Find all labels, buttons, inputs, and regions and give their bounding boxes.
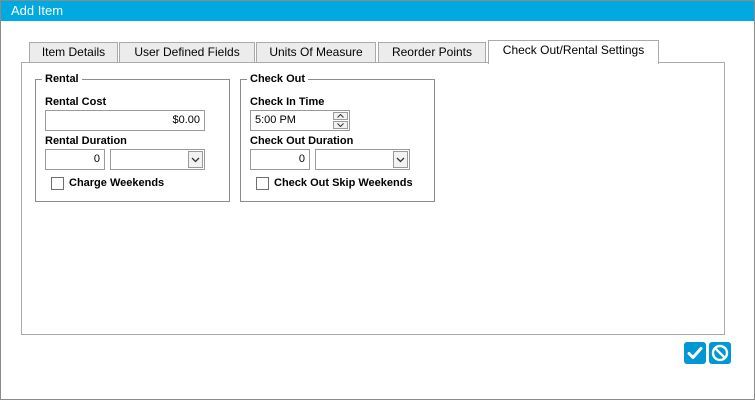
tab-panel: Rental Rental Cost $0.00 Rental Duration… xyxy=(21,62,725,335)
tab-item-details[interactable]: Item Details xyxy=(29,42,118,63)
tab-units-of-measure[interactable]: Units Of Measure xyxy=(256,42,376,63)
rental-duration-label: Rental Duration xyxy=(45,135,127,147)
time-spinner xyxy=(333,112,348,129)
rental-cost-field[interactable]: $0.00 xyxy=(45,110,205,131)
spin-up-icon[interactable] xyxy=(333,112,348,120)
check-out-duration-label: Check Out Duration xyxy=(250,135,354,147)
charge-weekends-label: Charge Weekends xyxy=(69,177,165,189)
rental-group: Rental Rental Cost $0.00 Rental Duration… xyxy=(35,72,230,202)
tab-reorder-points[interactable]: Reorder Points xyxy=(378,42,486,63)
check-out-group-title: Check Out xyxy=(247,72,309,86)
check-out-duration-field[interactable]: 0 xyxy=(250,149,310,170)
save-button[interactable] xyxy=(684,342,706,364)
check-out-duration-unit-select[interactable] xyxy=(315,149,410,170)
check-out-skip-weekends-label: Check Out Skip Weekends xyxy=(274,177,413,189)
chevron-down-icon[interactable] xyxy=(188,151,203,168)
cancel-icon xyxy=(711,344,729,362)
chevron-down-icon[interactable] xyxy=(393,151,408,168)
checkmark-icon xyxy=(687,347,703,359)
check-out-group: Check Out Check In Time 5:00 PM Check Ou… xyxy=(240,72,435,202)
spin-down-icon[interactable] xyxy=(333,121,348,129)
rental-duration-field[interactable]: 0 xyxy=(45,149,105,170)
charge-weekends-checkbox[interactable] xyxy=(51,177,64,190)
check-out-skip-weekends-checkbox[interactable] xyxy=(256,177,269,190)
tab-check-out-rental-settings[interactable]: Check Out/Rental Settings xyxy=(488,40,659,64)
window-title: Add Item xyxy=(1,1,754,21)
rental-duration-unit-select[interactable] xyxy=(110,149,205,170)
check-in-time-label: Check In Time xyxy=(250,96,325,108)
rental-cost-label: Rental Cost xyxy=(45,96,107,108)
rental-group-title: Rental xyxy=(42,72,82,86)
tab-user-defined-fields[interactable]: User Defined Fields xyxy=(119,42,255,63)
add-item-dialog: Add Item Item Details User Defined Field… xyxy=(0,0,755,400)
cancel-button[interactable] xyxy=(709,342,731,364)
check-in-time-field[interactable]: 5:00 PM xyxy=(250,110,350,131)
check-in-time-value: 5:00 PM xyxy=(255,114,296,126)
